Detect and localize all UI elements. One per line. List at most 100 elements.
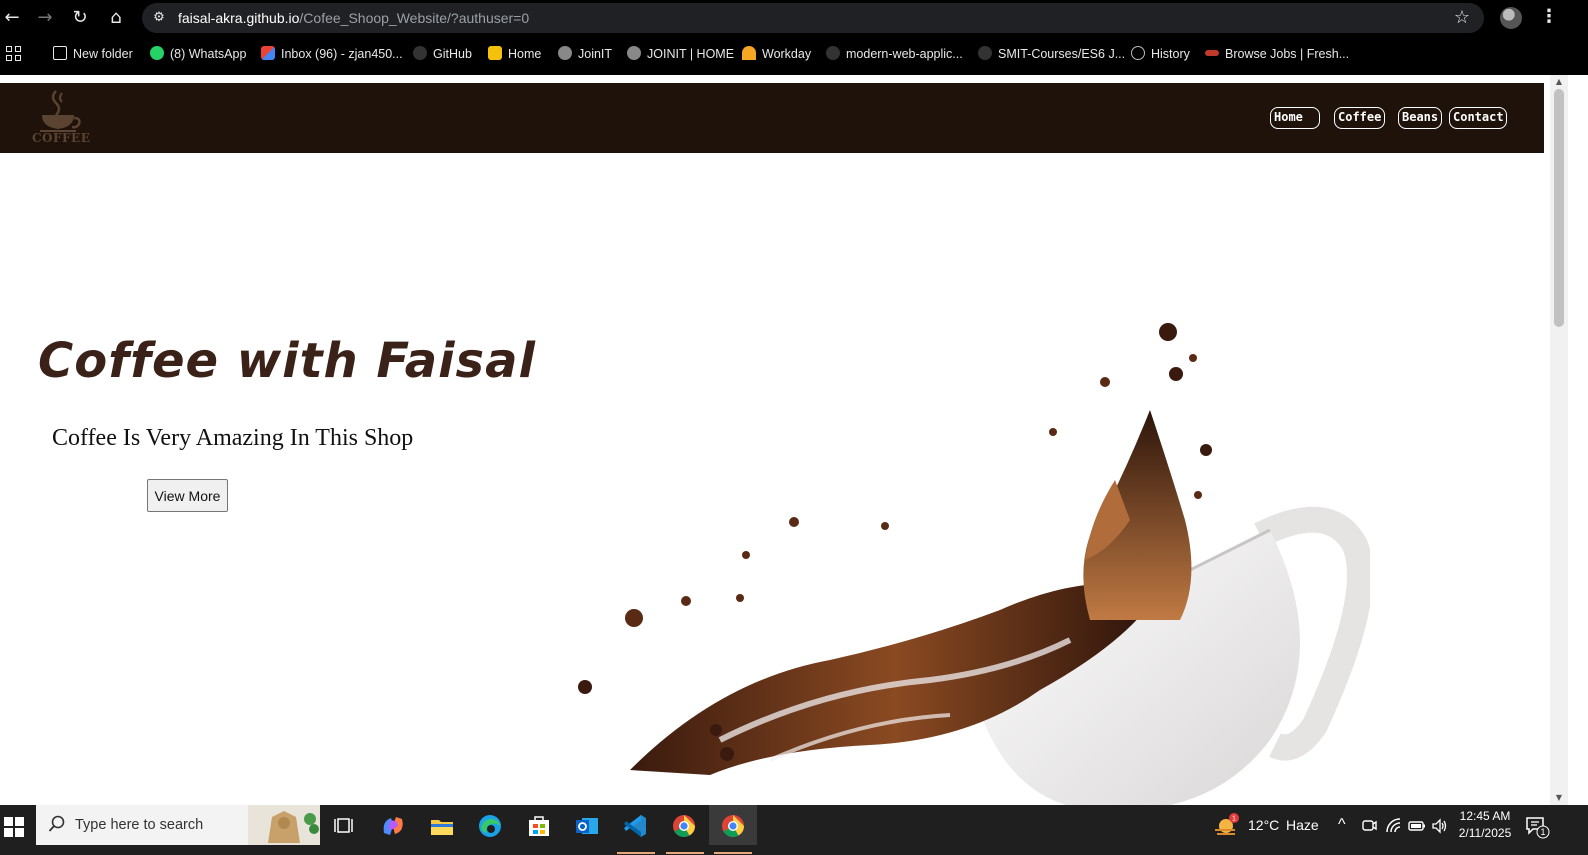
url-path: /Cofee_Shoop_Website/?authuser=0 bbox=[299, 10, 530, 26]
notification-count: 1 bbox=[1540, 827, 1545, 837]
github-icon bbox=[978, 46, 992, 60]
github-icon bbox=[413, 46, 427, 60]
notification-center-icon[interactable]: 1 bbox=[1524, 813, 1550, 839]
coffee-logo[interactable]: COFFEE bbox=[28, 87, 91, 149]
coffee-splash-image bbox=[578, 323, 1370, 805]
vscode-icon[interactable] bbox=[620, 811, 650, 841]
meet-now-icon[interactable] bbox=[1360, 817, 1378, 835]
scroll-down-arrow-icon[interactable]: ▼ bbox=[1554, 793, 1564, 803]
copilot-icon[interactable] bbox=[378, 811, 408, 841]
bookmark-label: JoinIT bbox=[578, 47, 613, 61]
outlook-icon[interactable] bbox=[572, 811, 602, 841]
task-view-icon[interactable] bbox=[330, 811, 360, 841]
search-highlight-art bbox=[248, 805, 320, 845]
bookmark-browse-jobs[interactable]: Browse Jobs | Fresh... bbox=[1205, 38, 1349, 70]
bookmark-label: (8) WhatsApp bbox=[170, 47, 247, 61]
bookmark-modern-web[interactable]: modern-web-applic... bbox=[826, 38, 963, 70]
hero-title: Coffee with Faisal bbox=[38, 333, 536, 389]
logo-text: COFFEE bbox=[32, 131, 91, 145]
bookmark-history[interactable]: History bbox=[1131, 38, 1190, 70]
nav-link-contact[interactable]: Contact bbox=[1449, 107, 1507, 129]
window-edge bbox=[1568, 75, 1588, 805]
taskbar-clock[interactable]: 12:45 AM 2/11/2025 bbox=[1450, 808, 1520, 842]
forward-arrow-icon[interactable]: → bbox=[33, 6, 57, 30]
github-icon bbox=[826, 46, 840, 60]
bookmark-label: Browse Jobs | Fresh... bbox=[1225, 47, 1350, 61]
profile-avatar[interactable] bbox=[1500, 7, 1522, 29]
edge-icon[interactable] bbox=[475, 811, 505, 841]
bookmark-label: New folder bbox=[73, 47, 133, 61]
clock-time: 12:45 AM bbox=[1459, 809, 1511, 823]
jobs-icon bbox=[1205, 50, 1219, 56]
volume-icon[interactable] bbox=[1431, 817, 1449, 835]
bookmark-star-icon[interactable]: ☆ bbox=[1454, 7, 1470, 28]
bookmark-label: Workday bbox=[762, 47, 812, 61]
windows-start-icon[interactable] bbox=[4, 817, 24, 837]
nav-link-beans[interactable]: Beans bbox=[1398, 107, 1442, 129]
site-info-icon[interactable]: ⚙ bbox=[150, 9, 168, 27]
hero-subtitle: Coffee Is Very Amazing In This Shop bbox=[52, 425, 414, 451]
bookmark-label: GitHub bbox=[433, 47, 472, 61]
weather-temp[interactable]: 12°C bbox=[1248, 805, 1279, 845]
reload-icon[interactable]: ↻ bbox=[68, 6, 92, 30]
chrome-icon[interactable] bbox=[669, 811, 699, 841]
bookmark-workday[interactable]: Workday bbox=[742, 38, 811, 70]
site-navbar: COFFEE Home Coffee Beans Contact bbox=[0, 83, 1544, 153]
chrome-active-indicator bbox=[714, 852, 752, 854]
bookmark-new-folder[interactable]: New folder bbox=[53, 38, 133, 70]
home-icon[interactable]: ⌂ bbox=[104, 6, 128, 30]
microsoft-store-icon[interactable] bbox=[524, 811, 554, 841]
weather-badge-count: 1 bbox=[1232, 816, 1236, 823]
bookmark-whatsapp[interactable]: (8) WhatsApp bbox=[150, 38, 246, 70]
workday-icon bbox=[742, 46, 756, 60]
address-bar[interactable]: ⚙ faisal-akra.github.io/Cofee_Shoop_Webs… bbox=[142, 3, 1484, 33]
bookmark-inbox[interactable]: Inbox (96) - zjan450... bbox=[261, 38, 403, 70]
bookmarks-bar: New folder (8) WhatsApp Inbox (96) - zja… bbox=[0, 38, 1588, 70]
page-viewport: COFFEE Home Coffee Beans Contact Coffee … bbox=[0, 75, 1550, 805]
browser-toolbar: ← → ↻ ⌂ ⚙ faisal-akra.github.io/Cofee_Sh… bbox=[0, 0, 1588, 36]
search-placeholder: Type here to search bbox=[75, 817, 204, 833]
taskbar-search[interactable]: Type here to search bbox=[36, 805, 320, 845]
chevron-up-icon[interactable]: ^ bbox=[1338, 805, 1346, 845]
battery-icon[interactable] bbox=[1408, 817, 1426, 835]
url-text[interactable]: faisal-akra.github.io/Cofee_Shoop_Websit… bbox=[178, 3, 529, 33]
bookmark-label: JOINIT | HOME bbox=[647, 47, 735, 61]
bookmark-home[interactable]: Home bbox=[488, 38, 541, 70]
bookmark-label: Home bbox=[508, 47, 542, 61]
search-icon bbox=[48, 815, 65, 832]
file-explorer-icon[interactable] bbox=[427, 811, 457, 841]
history-icon bbox=[1131, 46, 1145, 60]
wifi-icon[interactable] bbox=[1385, 817, 1403, 835]
apps-grid-icon[interactable] bbox=[6, 46, 22, 62]
coffee-cup-icon bbox=[40, 90, 81, 132]
bookmark-joinit-home[interactable]: JOINIT | HOME bbox=[627, 38, 734, 70]
menu-kebab-icon[interactable]: ⋮ bbox=[1540, 6, 1558, 27]
bookmark-github[interactable]: GitHub bbox=[413, 38, 472, 70]
view-more-button[interactable]: View More bbox=[147, 479, 228, 512]
nav-link-coffee[interactable]: Coffee bbox=[1334, 107, 1385, 129]
bookmark-label: modern-web-applic... bbox=[846, 47, 963, 61]
bookmark-joinit[interactable]: JoinIT bbox=[558, 38, 612, 70]
chrome-running-indicator bbox=[666, 852, 704, 854]
globe-icon bbox=[558, 46, 572, 60]
windows-taskbar: Type here to search 1 12°C Haze ^ 12:45 … bbox=[0, 805, 1588, 855]
folder-icon bbox=[53, 46, 67, 60]
bookmark-label: Inbox (96) - zjan450... bbox=[281, 47, 403, 61]
bookmark-smit[interactable]: SMIT-Courses/ES6 J... bbox=[978, 38, 1125, 70]
weather-icon[interactable]: 1 bbox=[1212, 813, 1240, 839]
home-bookmark-icon bbox=[488, 46, 502, 60]
vscode-running-indicator bbox=[617, 852, 655, 854]
bookmark-label: SMIT-Courses/ES6 J... bbox=[998, 47, 1126, 61]
whatsapp-icon bbox=[150, 46, 164, 60]
scroll-thumb[interactable] bbox=[1554, 89, 1564, 327]
scroll-up-arrow-icon[interactable]: ▲ bbox=[1554, 77, 1564, 87]
nav-link-home[interactable]: Home bbox=[1270, 107, 1320, 129]
gmail-icon bbox=[261, 46, 275, 60]
clock-date: 2/11/2025 bbox=[1458, 826, 1512, 840]
url-domain: faisal-akra.github.io bbox=[178, 10, 300, 26]
back-arrow-icon[interactable]: ← bbox=[0, 6, 24, 30]
chrome-icon[interactable] bbox=[718, 811, 748, 841]
page-scrollbar[interactable]: ▲ ▼ bbox=[1550, 75, 1568, 805]
globe-icon bbox=[627, 46, 641, 60]
weather-desc[interactable]: Haze bbox=[1286, 805, 1319, 845]
